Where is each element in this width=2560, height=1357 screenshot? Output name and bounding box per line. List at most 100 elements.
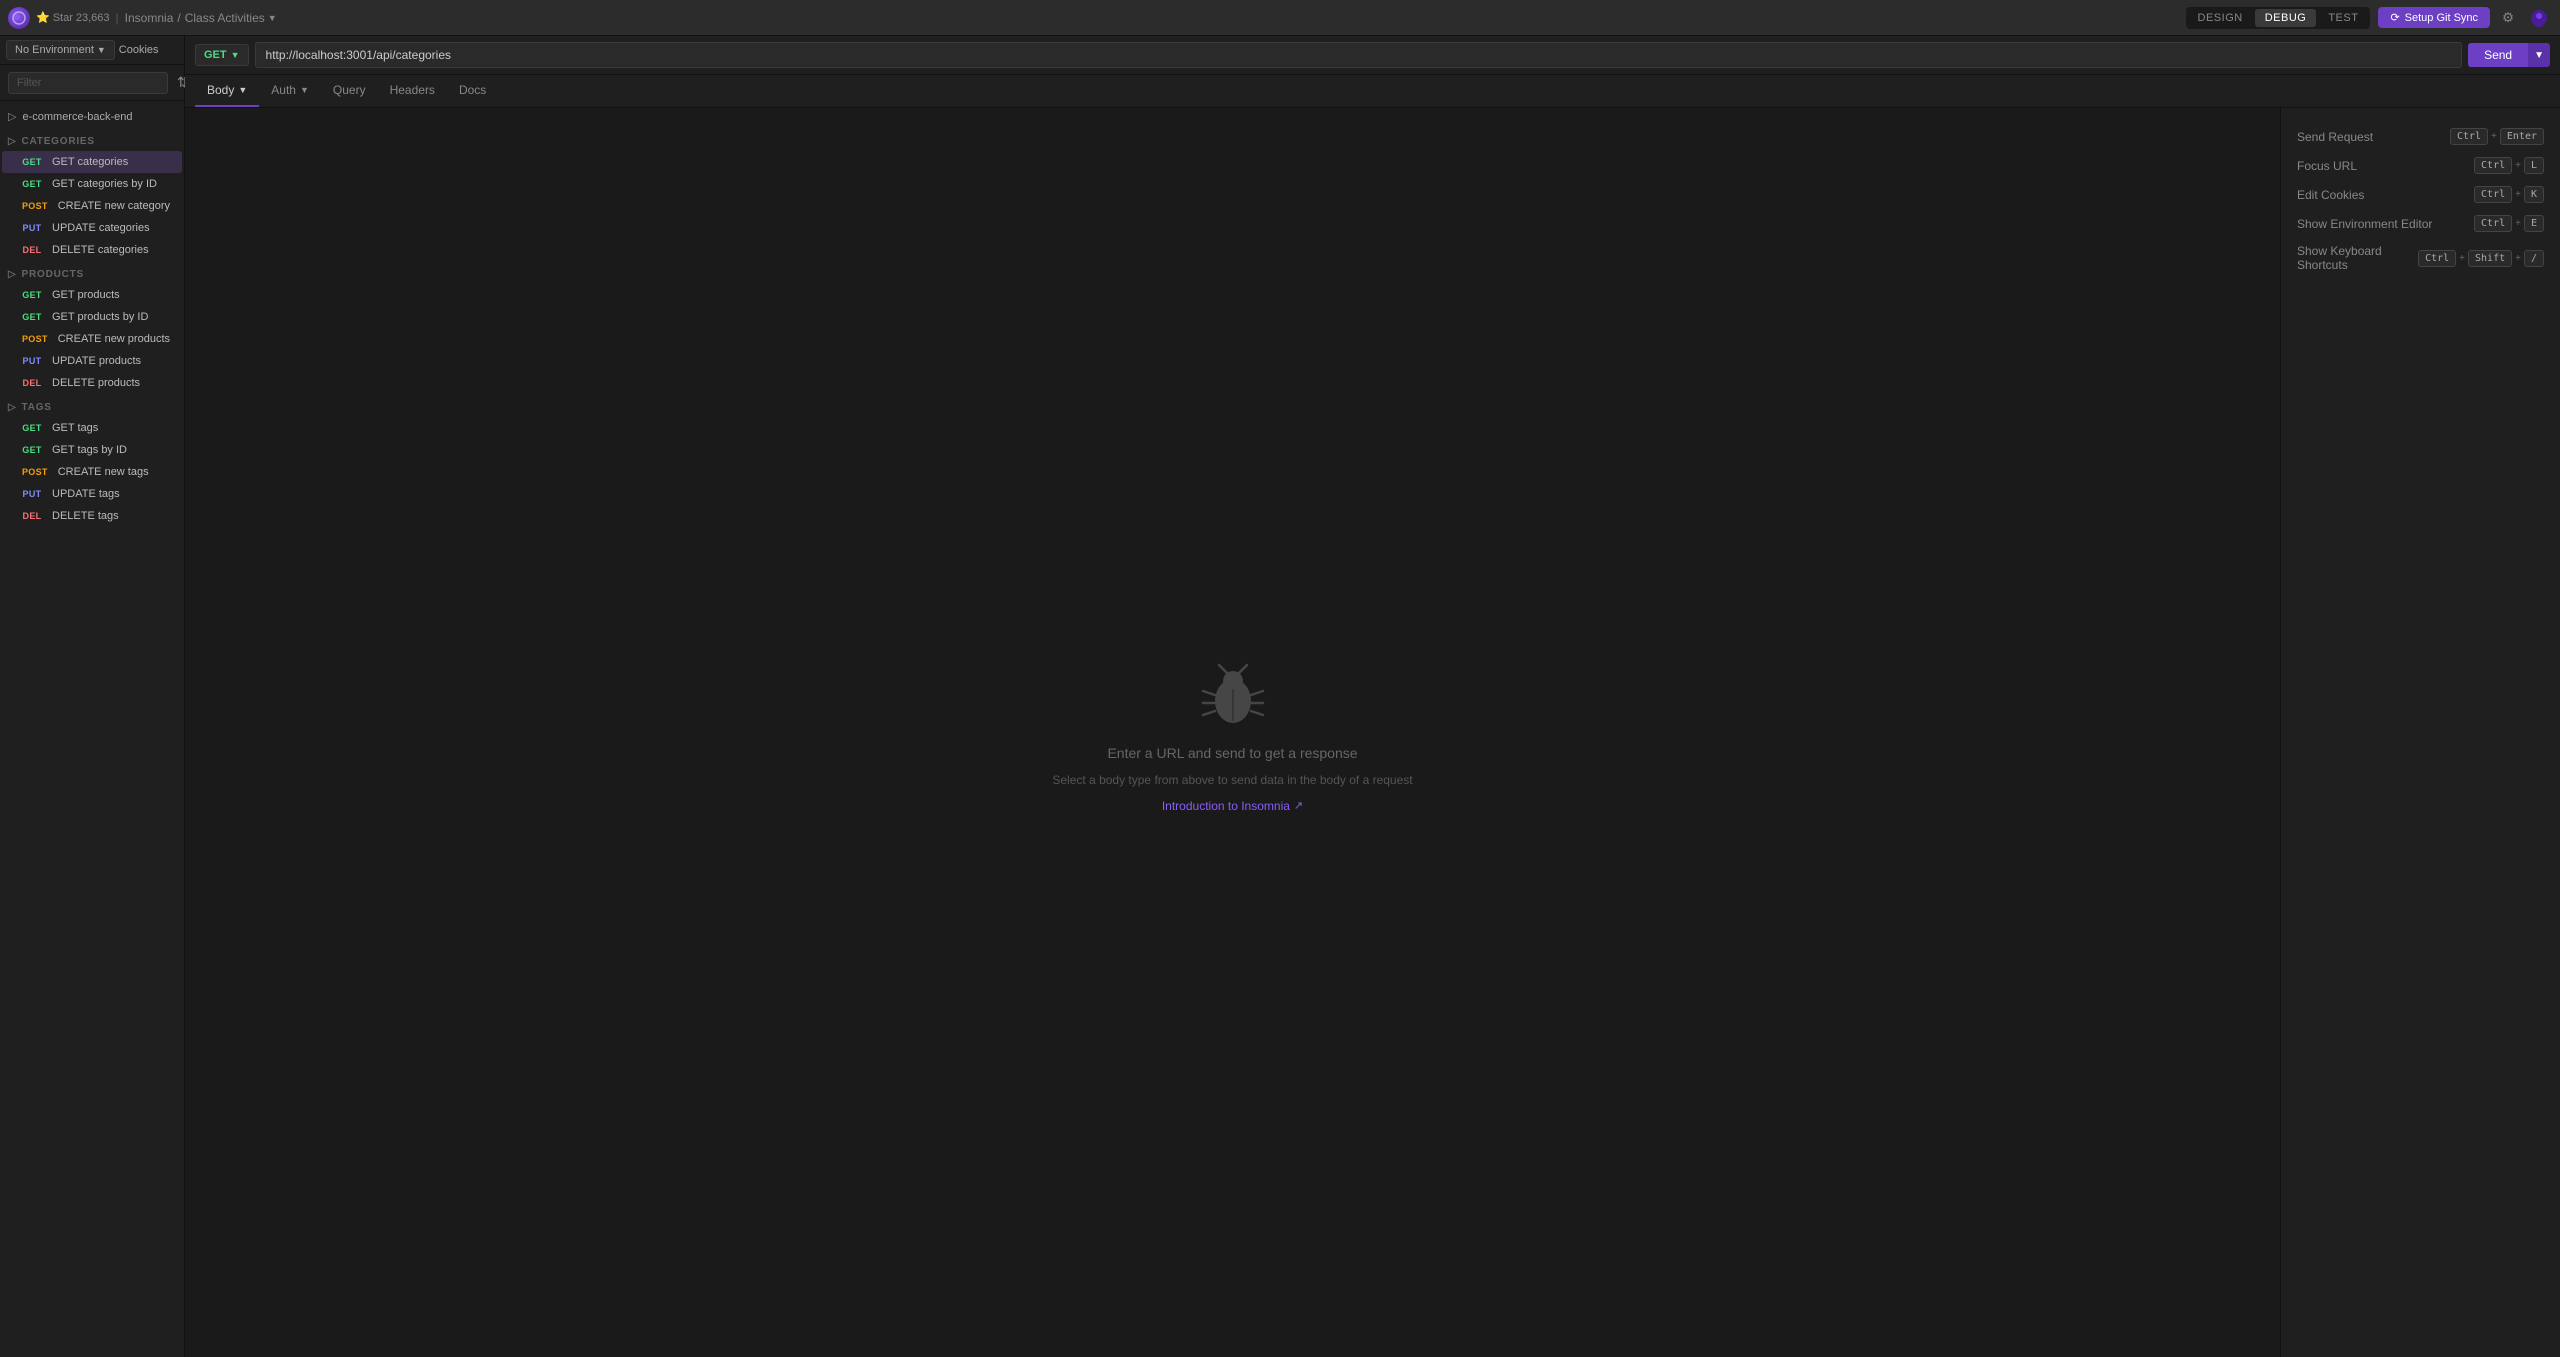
shortcut-focus-url: Focus URL Ctrl + L bbox=[2297, 157, 2544, 174]
method-badge-put: PUT bbox=[18, 355, 46, 367]
star-label: Star bbox=[53, 12, 73, 24]
top-bar-left: ⭐ Star 23,663 | Insomnia / Class Activit… bbox=[8, 7, 2178, 29]
section-tags: ▷ TAGS bbox=[0, 394, 184, 417]
method-badge-get: GET bbox=[18, 311, 46, 323]
request-post-products[interactable]: POST CREATE new products bbox=[2, 328, 182, 350]
tab-body[interactable]: Body ▼ bbox=[195, 75, 259, 107]
request-label: GET products bbox=[52, 289, 120, 301]
empty-subtitle: Select a body type from above to send da… bbox=[1052, 773, 1412, 787]
request-put-categories[interactable]: PUT UPDATE categories bbox=[2, 217, 182, 239]
request-get-categories-by-id[interactable]: GET GET categories by ID bbox=[2, 173, 182, 195]
method-badge-del: DEL bbox=[18, 377, 46, 389]
folder-icon: ▷ bbox=[8, 269, 17, 280]
send-dropdown-button[interactable]: ▼ bbox=[2528, 43, 2550, 67]
request-label: GET products by ID bbox=[52, 311, 148, 323]
request-label: UPDATE categories bbox=[52, 222, 150, 234]
app-logo bbox=[8, 7, 30, 29]
chevron-down-icon: ▼ bbox=[300, 85, 309, 95]
request-get-tags-by-id[interactable]: GET GET tags by ID bbox=[2, 439, 182, 461]
request-label: DELETE products bbox=[52, 377, 140, 389]
method-badge-get: GET bbox=[18, 289, 46, 301]
method-badge-get: GET bbox=[18, 444, 46, 456]
cookies-button[interactable]: Cookies bbox=[119, 44, 159, 56]
profile-icon bbox=[2530, 9, 2548, 27]
request-label: CREATE new category bbox=[58, 200, 170, 212]
mode-tabs: DESIGN DEBUG TEST bbox=[2186, 7, 2371, 29]
intro-link[interactable]: Introduction to Insomnia ↗ bbox=[1162, 799, 1303, 813]
folder-icon: ▷ bbox=[8, 136, 17, 147]
tab-test[interactable]: TEST bbox=[2318, 9, 2368, 27]
request-label: DELETE categories bbox=[52, 244, 149, 256]
gear-icon: ⚙ bbox=[2502, 10, 2514, 26]
tab-design[interactable]: DESIGN bbox=[2188, 9, 2253, 27]
settings-button[interactable]: ⚙ bbox=[2498, 6, 2518, 30]
star-badge[interactable]: ⭐ Star 23,663 bbox=[36, 11, 110, 24]
folder-icon: ▷ bbox=[8, 402, 17, 413]
tab-auth[interactable]: Auth ▼ bbox=[259, 75, 321, 107]
top-bar-right: ⟳ Setup Git Sync ⚙ bbox=[2378, 5, 2552, 31]
method-badge-post: POST bbox=[18, 333, 52, 345]
tab-headers[interactable]: Headers bbox=[378, 75, 447, 107]
method-selector[interactable]: GET ▼ bbox=[195, 44, 249, 66]
request-post-category[interactable]: POST CREATE new category bbox=[2, 195, 182, 217]
star-count: 23,663 bbox=[76, 12, 110, 24]
profile-button[interactable] bbox=[2526, 5, 2552, 31]
request-get-products-by-id[interactable]: GET GET products by ID bbox=[2, 306, 182, 328]
breadcrumb-current[interactable]: Class Activities ▼ bbox=[185, 11, 277, 25]
environment-bar: No Environment ▼ Cookies bbox=[0, 36, 184, 65]
method-badge-get: GET bbox=[18, 178, 46, 190]
shortcuts-panel: Send Request Ctrl + Enter Focus URL Ctrl… bbox=[2280, 108, 2560, 1357]
content-area: GET ▼ Send ▼ Body ▼ Auth ▼ Query He bbox=[185, 36, 2560, 1357]
request-label: CREATE new products bbox=[58, 333, 170, 345]
request-del-tags[interactable]: DEL DELETE tags bbox=[2, 505, 182, 527]
method-badge-post: POST bbox=[18, 200, 52, 212]
shortcut-show-env: Show Environment Editor Ctrl + E bbox=[2297, 215, 2544, 232]
collection-label: e-commerce-back-end bbox=[22, 111, 132, 123]
url-input[interactable] bbox=[255, 42, 2463, 68]
collection-icon: ▷ bbox=[8, 110, 16, 123]
git-sync-label: Setup Git Sync bbox=[2405, 12, 2478, 24]
top-bar: ⭐ Star 23,663 | Insomnia / Class Activit… bbox=[0, 0, 2560, 36]
request-get-tags[interactable]: GET GET tags bbox=[2, 417, 182, 439]
shortcut-edit-cookies: Edit Cookies Ctrl + K bbox=[2297, 186, 2544, 203]
method-badge-put: PUT bbox=[18, 488, 46, 500]
method-badge-del: DEL bbox=[18, 244, 46, 256]
tab-docs[interactable]: Docs bbox=[447, 75, 498, 107]
request-label: GET tags bbox=[52, 422, 98, 434]
git-icon: ⟳ bbox=[2390, 11, 2399, 24]
request-put-products[interactable]: PUT UPDATE products bbox=[2, 350, 182, 372]
send-button[interactable]: Send bbox=[2468, 43, 2528, 67]
send-btn-group: Send ▼ bbox=[2468, 43, 2550, 67]
request-label: GET tags by ID bbox=[52, 444, 127, 456]
request-body: Enter a URL and send to get a response S… bbox=[185, 108, 2560, 1357]
sidebar: No Environment ▼ Cookies ⇅ ⚙ ▷ e-commerc… bbox=[0, 36, 185, 1357]
request-label: UPDATE products bbox=[52, 355, 141, 367]
chevron-down-icon: ▼ bbox=[238, 85, 247, 95]
bug-icon bbox=[1193, 653, 1273, 733]
environment-label: No Environment bbox=[15, 44, 94, 56]
request-label: UPDATE tags bbox=[52, 488, 120, 500]
sidebar-body: ▷ e-commerce-back-end ▷ CATEGORIES GET G… bbox=[0, 101, 184, 1357]
sidebar-header: ⇅ ⚙ bbox=[0, 65, 184, 101]
tab-debug[interactable]: DEBUG bbox=[2255, 9, 2317, 27]
method-badge-put: PUT bbox=[18, 222, 46, 234]
git-sync-button[interactable]: ⟳ Setup Git Sync bbox=[2378, 7, 2490, 28]
request-put-tags[interactable]: PUT UPDATE tags bbox=[2, 483, 182, 505]
section-products: ▷ PRODUCTS bbox=[0, 261, 184, 284]
environment-selector[interactable]: No Environment ▼ bbox=[6, 40, 115, 60]
chevron-down-icon: ▼ bbox=[97, 45, 106, 55]
tab-query[interactable]: Query bbox=[321, 75, 378, 107]
request-del-products[interactable]: DEL DELETE products bbox=[2, 372, 182, 394]
shortcut-show-keyboard: Show Keyboard Shortcuts Ctrl + Shift + / bbox=[2297, 244, 2544, 272]
collection-item[interactable]: ▷ e-commerce-back-end bbox=[0, 105, 184, 128]
url-bar: GET ▼ Send ▼ bbox=[185, 36, 2560, 75]
request-post-tags[interactable]: POST CREATE new tags bbox=[2, 461, 182, 483]
breadcrumb-root: Insomnia bbox=[125, 11, 174, 25]
request-label: GET categories by ID bbox=[52, 178, 157, 190]
filter-input[interactable] bbox=[8, 72, 168, 94]
request-get-products[interactable]: GET GET products bbox=[2, 284, 182, 306]
request-del-categories[interactable]: DEL DELETE categories bbox=[2, 239, 182, 261]
request-get-categories[interactable]: GET GET categories bbox=[2, 151, 182, 173]
chevron-down-icon: ▼ bbox=[268, 13, 277, 23]
method-badge-get: GET bbox=[18, 422, 46, 434]
